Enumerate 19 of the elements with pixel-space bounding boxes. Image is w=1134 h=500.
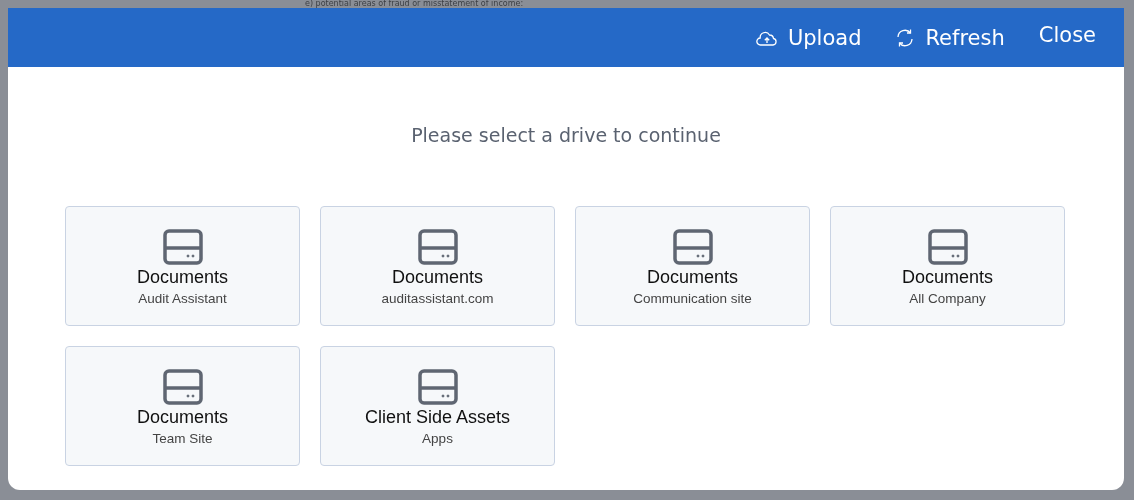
close-button[interactable]: Close [1038, 22, 1096, 47]
background-text: e) potential areas of fraud or misstatement of income: [305, 0, 524, 8]
drive-card[interactable]: Client Side Assets Apps [320, 346, 555, 466]
upload-button[interactable]: Upload [755, 25, 862, 50]
prompt-text: Please select a drive to continue [410, 124, 722, 146]
cloud-upload-icon [755, 29, 778, 46]
refresh-button[interactable]: Refresh [895, 25, 1005, 50]
drive-card[interactable]: Documents Communication site [575, 206, 810, 326]
refresh-icon [895, 27, 916, 48]
drive-card[interactable]: Documents All Company [830, 206, 1065, 326]
drive-icon [162, 229, 203, 265]
drive-icon [162, 369, 203, 405]
drive-icon [417, 229, 458, 265]
drive-card[interactable]: Documents Team Site [65, 346, 300, 466]
drive-icon [927, 229, 968, 265]
drive-card[interactable]: Documents auditassistant.com [320, 206, 555, 326]
drive-icon [417, 369, 458, 405]
drive-icon [672, 229, 713, 265]
drive-card[interactable]: Documents Audit Assistant [65, 206, 300, 326]
